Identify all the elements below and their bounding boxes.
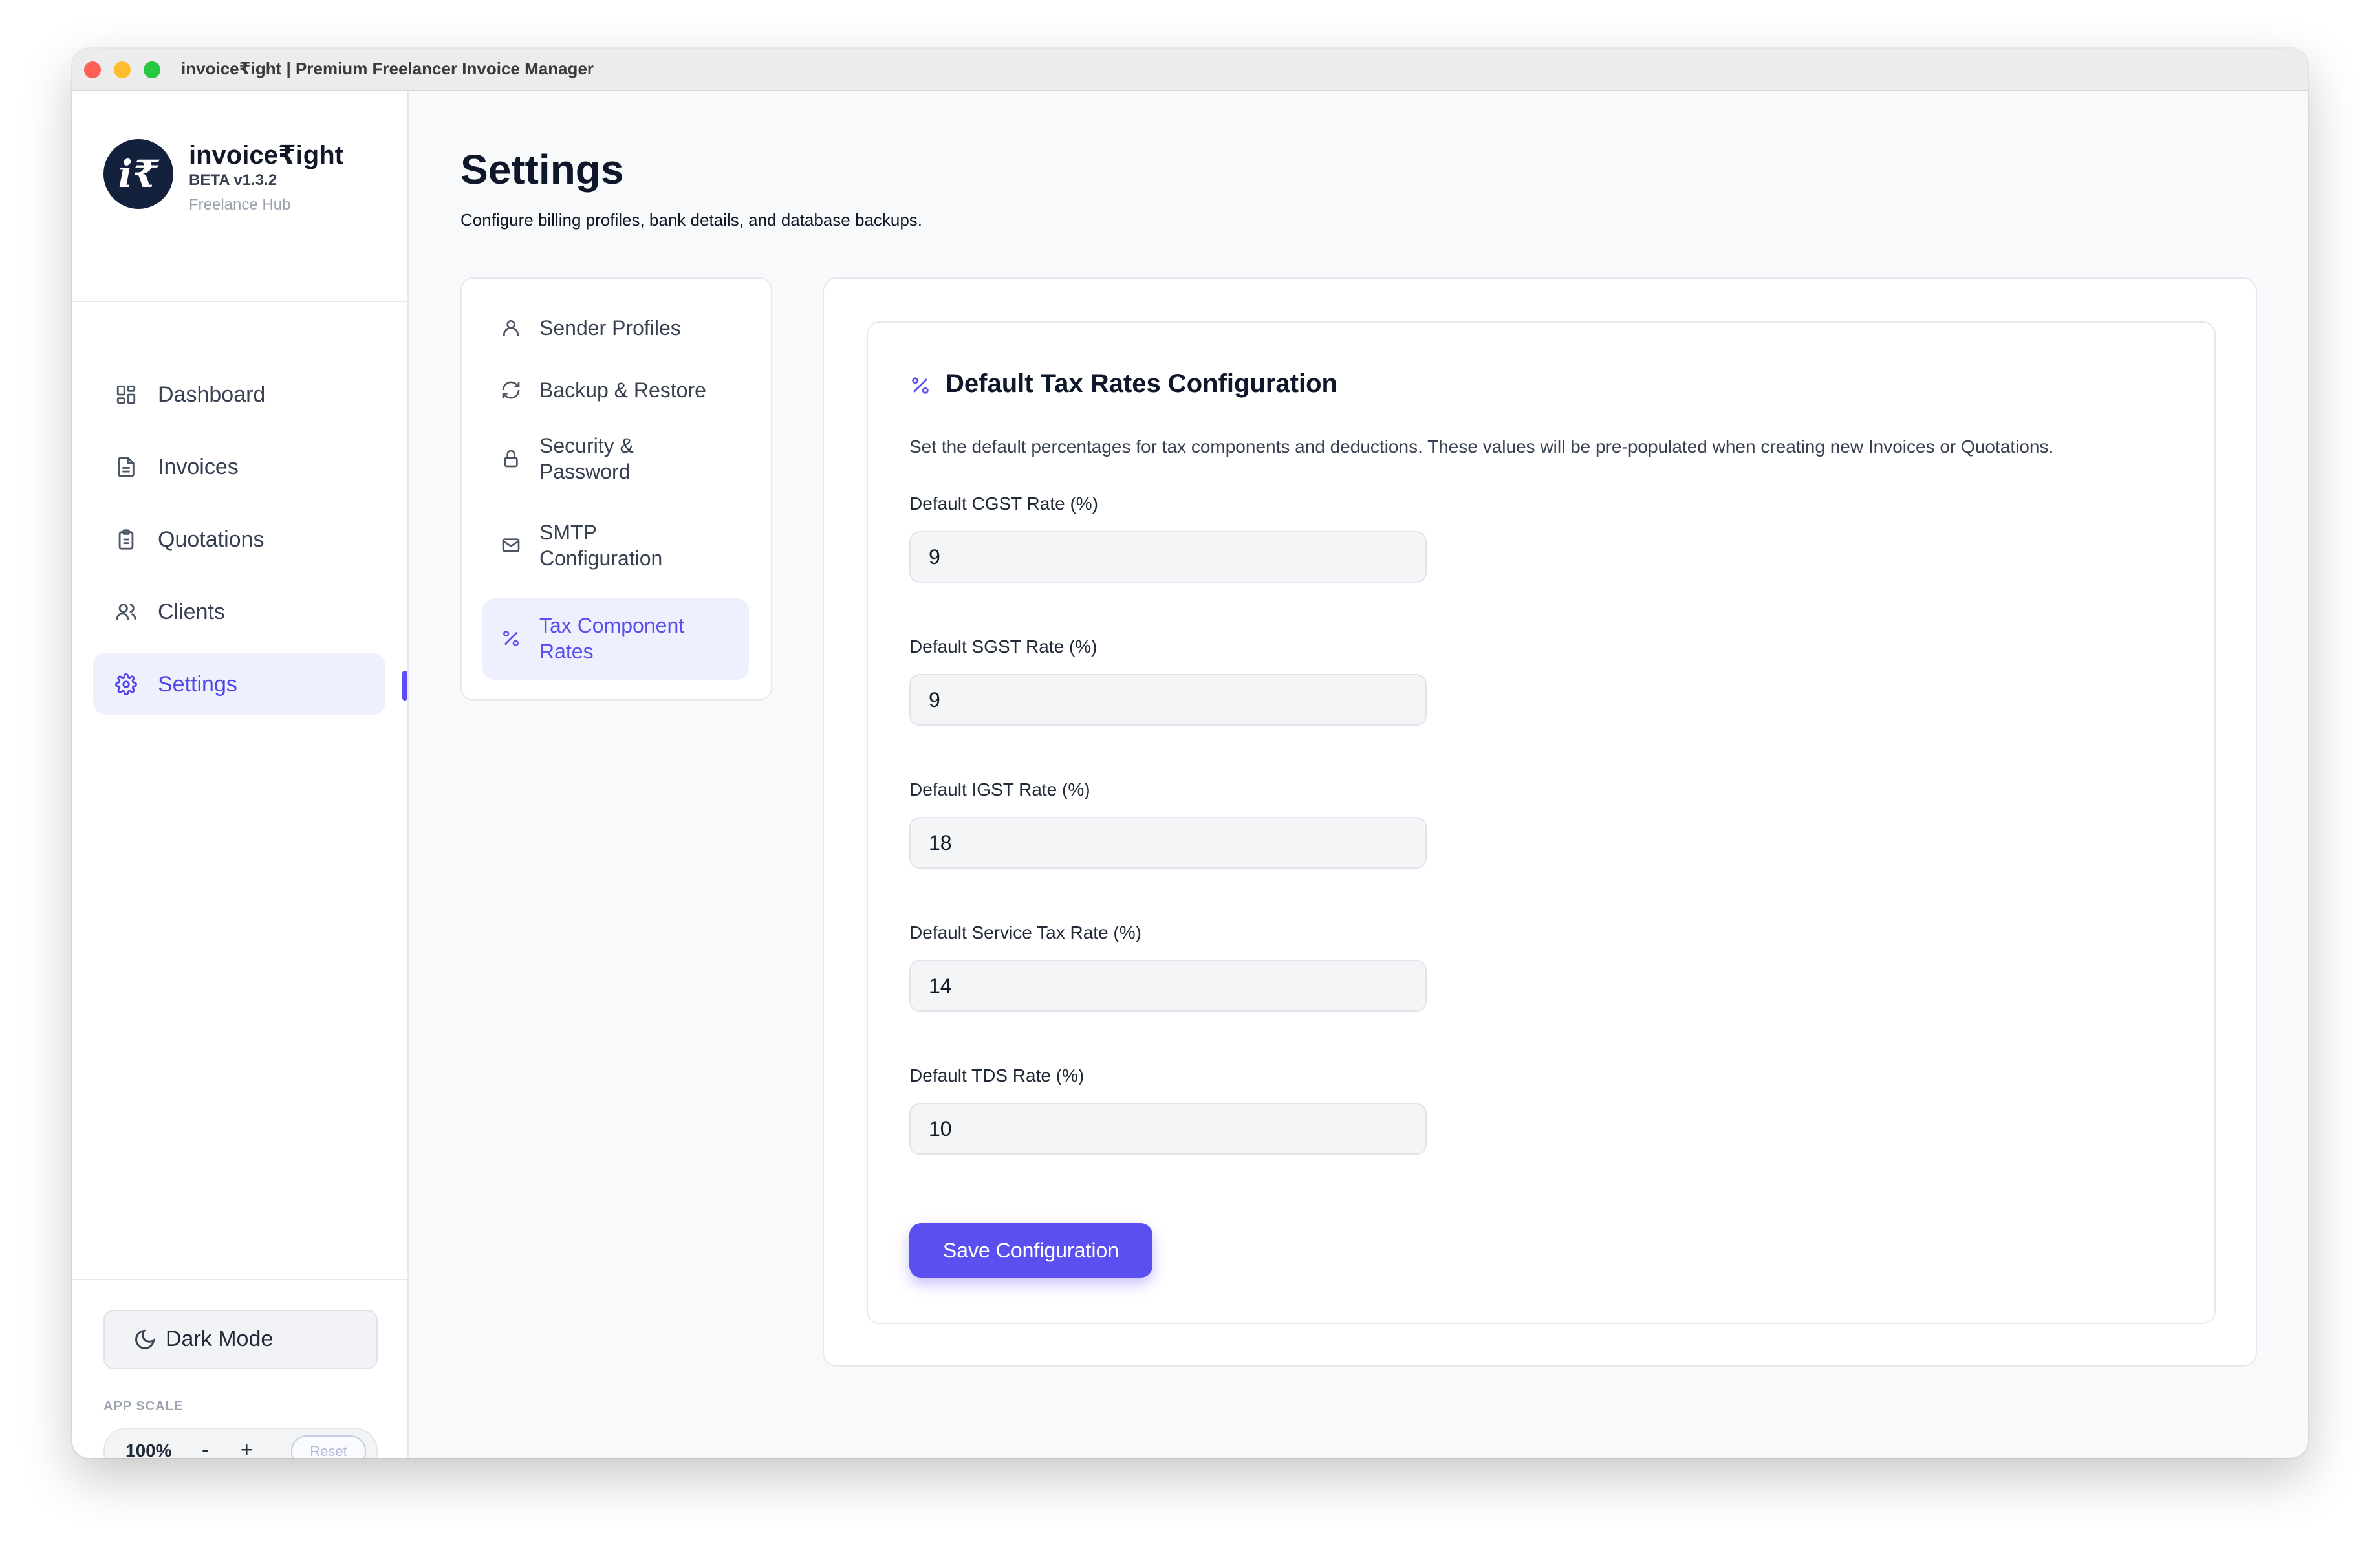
- sidebar-item-label: Settings: [158, 672, 237, 697]
- settings-panel: Default Tax Rates Configuration Set the …: [823, 277, 2257, 1367]
- service-tax-rate-input[interactable]: [909, 960, 1427, 1012]
- sgst-label: Default SGST Rate (%): [909, 636, 1098, 657]
- igst-label: Default IGST Rate (%): [909, 779, 1090, 799]
- subnav-item-security-password[interactable]: Security & Password: [482, 426, 749, 491]
- cgst-label: Default CGST Rate (%): [909, 494, 1099, 514]
- page-subtitle: Configure billing profiles, bank details…: [460, 210, 923, 230]
- brand-version: BETA v1.3.2: [189, 171, 277, 189]
- subnav-item-sender-profiles[interactable]: Sender Profiles: [482, 307, 749, 349]
- minimize-window-button[interactable]: [114, 61, 131, 78]
- card-description: Set the default percentages for tax comp…: [909, 437, 2054, 457]
- subnav-item-label: Backup & Restore: [539, 378, 706, 402]
- cgst-rate-input[interactable]: [909, 531, 1427, 583]
- moon-icon: [135, 1329, 155, 1349]
- dashboard-icon: [116, 385, 136, 404]
- scale-increase-button[interactable]: +: [241, 1438, 253, 1458]
- subnav-item-tax-component-rates[interactable]: Tax Component Rates: [482, 598, 749, 680]
- gear-icon: [115, 673, 137, 695]
- lock-icon: [504, 450, 518, 468]
- window-title: invoice₹ight | Premium Freelancer Invoic…: [181, 59, 594, 78]
- page-title: Settings: [460, 146, 624, 193]
- sidebar-item-invoices[interactable]: Invoices: [93, 435, 385, 497]
- scale-decrease-button[interactable]: -: [202, 1438, 209, 1458]
- sidebar-item-clients[interactable]: Clients: [93, 580, 385, 642]
- subnav-item-smtp-configuration[interactable]: SMTP Configuration: [482, 513, 749, 578]
- card-title: Default Tax Rates Configuration: [946, 369, 1337, 398]
- brand-header: i₹ invoice₹ight BETA v1.3.2 Freelance Hu…: [72, 91, 407, 302]
- service-tax-label: Default Service Tax Rate (%): [909, 922, 1141, 942]
- sidebar-item-settings[interactable]: Settings: [93, 653, 407, 715]
- sidebar-item-label: Invoices: [158, 455, 239, 479]
- save-configuration-button[interactable]: Save Configuration: [909, 1223, 1152, 1278]
- subnav-item-label: SMTP Configuration: [539, 521, 663, 570]
- clipboard-icon: [118, 529, 134, 550]
- brand-tagline: Freelance Hub: [189, 196, 291, 213]
- mail-icon: [502, 538, 520, 552]
- active-indicator: [402, 671, 407, 701]
- tds-rate-input[interactable]: [909, 1103, 1427, 1155]
- subnav-item-label: Sender Profiles: [539, 316, 681, 340]
- document-icon: [118, 457, 135, 477]
- scale-reset-button[interactable]: Reset: [291, 1435, 366, 1458]
- subnav-item-label: Tax Component Rates: [539, 614, 685, 663]
- tax-rates-card: Default Tax Rates Configuration Set the …: [867, 321, 2216, 1324]
- percent-icon: [912, 377, 929, 394]
- sidebar-divider: [72, 1279, 407, 1280]
- user-icon: [503, 320, 519, 336]
- brand-name: invoice₹ight: [189, 141, 343, 169]
- refresh-icon: [502, 381, 520, 399]
- dark-mode-toggle[interactable]: Dark Mode: [103, 1310, 378, 1369]
- app-logo: i₹: [103, 139, 173, 209]
- subnav-item-label: Security & Password: [539, 434, 634, 483]
- sidebar-item-dashboard[interactable]: Dashboard: [93, 363, 385, 425]
- dark-mode-label: Dark Mode: [166, 1327, 274, 1351]
- title-bar: invoice₹ight | Premium Freelancer Invoic…: [72, 49, 2308, 91]
- subnav-item-backup-restore[interactable]: Backup & Restore: [482, 369, 749, 411]
- scale-value: 100%: [125, 1441, 172, 1458]
- sidebar-item-label: Dashboard: [158, 382, 266, 407]
- sidebar-item-label: Quotations: [158, 527, 265, 552]
- users-icon: [116, 604, 136, 620]
- sgst-rate-input[interactable]: [909, 674, 1427, 726]
- settings-subnav: Sender Profiles Backup & Restore Securit…: [460, 277, 772, 701]
- percent-icon: [503, 631, 519, 646]
- tds-label: Default TDS Rate (%): [909, 1065, 1085, 1085]
- app-window: invoice₹ight | Premium Freelancer Invoic…: [72, 49, 2308, 1458]
- app-scale-control: 100% - + Reset: [103, 1428, 378, 1458]
- maximize-window-button[interactable]: [144, 61, 160, 78]
- close-window-button[interactable]: [84, 61, 101, 78]
- app-scale-title: APP SCALE: [103, 1399, 184, 1413]
- igst-rate-input[interactable]: [909, 817, 1427, 869]
- sidebar-item-quotations[interactable]: Quotations: [93, 508, 385, 570]
- sidebar: i₹ invoice₹ight BETA v1.3.2 Freelance Hu…: [72, 91, 409, 1458]
- sidebar-item-label: Clients: [158, 600, 225, 624]
